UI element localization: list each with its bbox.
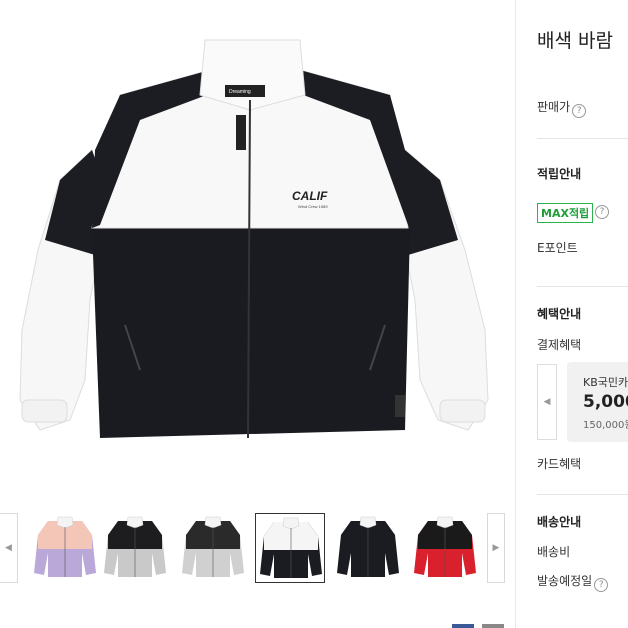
price-label: 판매가 — [537, 100, 571, 114]
epoint-label: E포인트 — [537, 241, 578, 255]
max-points-badge: MAX적립 — [537, 203, 594, 223]
product-detail-page: CALIF Wind Crew 1989 Dreaming ◀ ▶ 배색 바람 … — [0, 0, 628, 628]
card-benefit-card[interactable]: KB국민카 5,000 150,000원 — [567, 362, 628, 442]
shipping-fee-label: 배송비 — [537, 545, 571, 559]
column-divider — [515, 0, 516, 628]
thumbnail-white-black[interactable] — [255, 513, 325, 583]
svg-text:CALIF: CALIF — [292, 189, 328, 203]
thumbnail-white-black-alt[interactable] — [333, 513, 403, 583]
help-icon[interactable]: ? — [594, 578, 609, 592]
points-section-title: 적립안내 — [537, 167, 582, 181]
thumbnail-black-red[interactable] — [410, 513, 480, 583]
section-divider — [537, 286, 628, 287]
help-icon[interactable]: ? — [572, 104, 587, 118]
thumbnail-black-grey[interactable] — [100, 513, 170, 583]
shipping-section-title: 배송안내 — [537, 515, 582, 529]
benefit-amount: 5,000 — [583, 392, 628, 412]
thumbnail-grey-black[interactable] — [178, 513, 248, 583]
thumbnail-prev-button[interactable]: ◀ — [0, 513, 18, 583]
section-divider — [537, 494, 628, 495]
delivery-date-row: 발송예정일? — [537, 572, 609, 592]
delivery-date-label: 발송예정일 — [537, 574, 593, 588]
svg-text:Dreaming: Dreaming — [229, 89, 251, 95]
chevron-left-icon: ◀ — [543, 397, 551, 407]
benefit-bank-name: KB국민카 — [583, 376, 628, 389]
card-benefit-label[interactable]: 카드혜택 — [537, 455, 581, 472]
price-row: 판매가? — [537, 98, 587, 118]
thumbnail-pink-lavender[interactable] — [30, 513, 100, 583]
benefit-condition: 150,000원 — [583, 420, 628, 431]
share-icon[interactable] — [482, 624, 504, 628]
section-divider — [537, 138, 628, 139]
main-product-image[interactable]: CALIF Wind Crew 1989 Dreaming — [0, 0, 510, 500]
payment-benefit-label: 결제혜택 — [537, 338, 582, 352]
benefit-prev-button[interactable]: ◀ — [537, 364, 557, 440]
product-title: 배색 바람 — [537, 30, 613, 52]
product-info-panel: 배색 바람 판매가? 적립안내 MAX적립 ? E포인트 혜택안내 결제혜택 ◀… — [537, 0, 628, 628]
help-icon[interactable]: ? — [595, 205, 609, 219]
bottom-toolbar — [0, 618, 510, 628]
svg-text:Wind Crew 1989: Wind Crew 1989 — [298, 204, 328, 209]
chevron-right-icon: ▶ — [492, 543, 500, 553]
thumbnail-next-button[interactable]: ▶ — [487, 513, 505, 583]
thumbnail-strip: ◀ ▶ — [0, 513, 510, 583]
benefit-section-title: 혜택안내 — [537, 307, 582, 321]
facebook-share-icon[interactable] — [452, 624, 474, 628]
chevron-left-icon: ◀ — [5, 543, 12, 553]
